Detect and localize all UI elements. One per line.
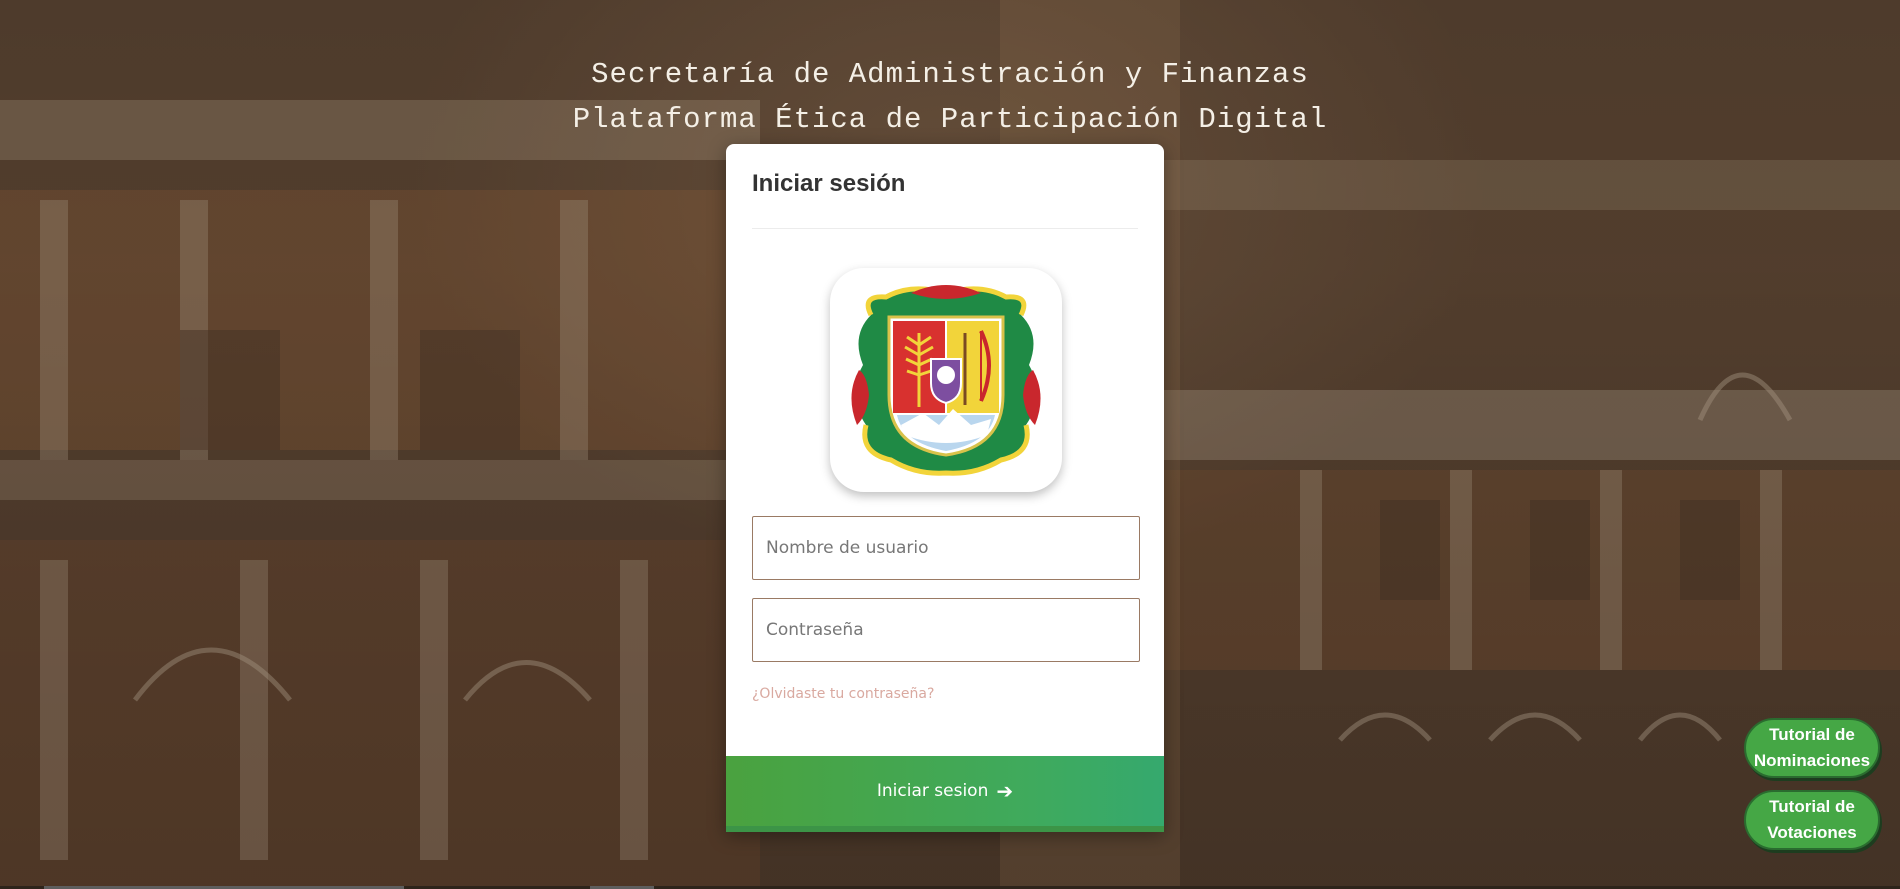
login-button-label: Iniciar sesion [876, 781, 989, 801]
tutorial-votaciones-line2: Votaciones [1767, 823, 1857, 842]
page-header: Secretaría de Administración y Finanzas … [0, 52, 1900, 142]
tutorial-nominaciones-line1: Tutorial de [1769, 725, 1855, 744]
header-title-line1: Secretaría de Administración y Finanzas [591, 58, 1309, 91]
tutorial-nominaciones-button[interactable]: Tutorial de Nominaciones [1744, 718, 1880, 778]
password-input[interactable] [752, 598, 1140, 662]
tutorial-votaciones-button[interactable]: Tutorial de Votaciones [1744, 790, 1880, 850]
title-divider [752, 228, 1138, 229]
coat-of-arms-emblem [851, 285, 1041, 476]
coat-of-arms-logo [830, 268, 1062, 492]
header-title-line2: Plataforma Ética de Participación Digita… [572, 103, 1328, 136]
tutorial-votaciones-line1: Tutorial de [1769, 797, 1855, 816]
tutorial-nominaciones-line2: Nominaciones [1753, 751, 1871, 770]
login-title: Iniciar sesión [752, 170, 906, 197]
username-input[interactable] [752, 516, 1140, 580]
forgot-password-link[interactable]: ¿Olvidaste tu contraseña? [752, 686, 934, 702]
arrow-right-icon: ➔ [996, 779, 1014, 803]
login-button[interactable]: Iniciar sesion ➔ [726, 756, 1164, 832]
login-card: Iniciar sesión Nombre de usuario ¿Olvida… [726, 144, 1164, 832]
